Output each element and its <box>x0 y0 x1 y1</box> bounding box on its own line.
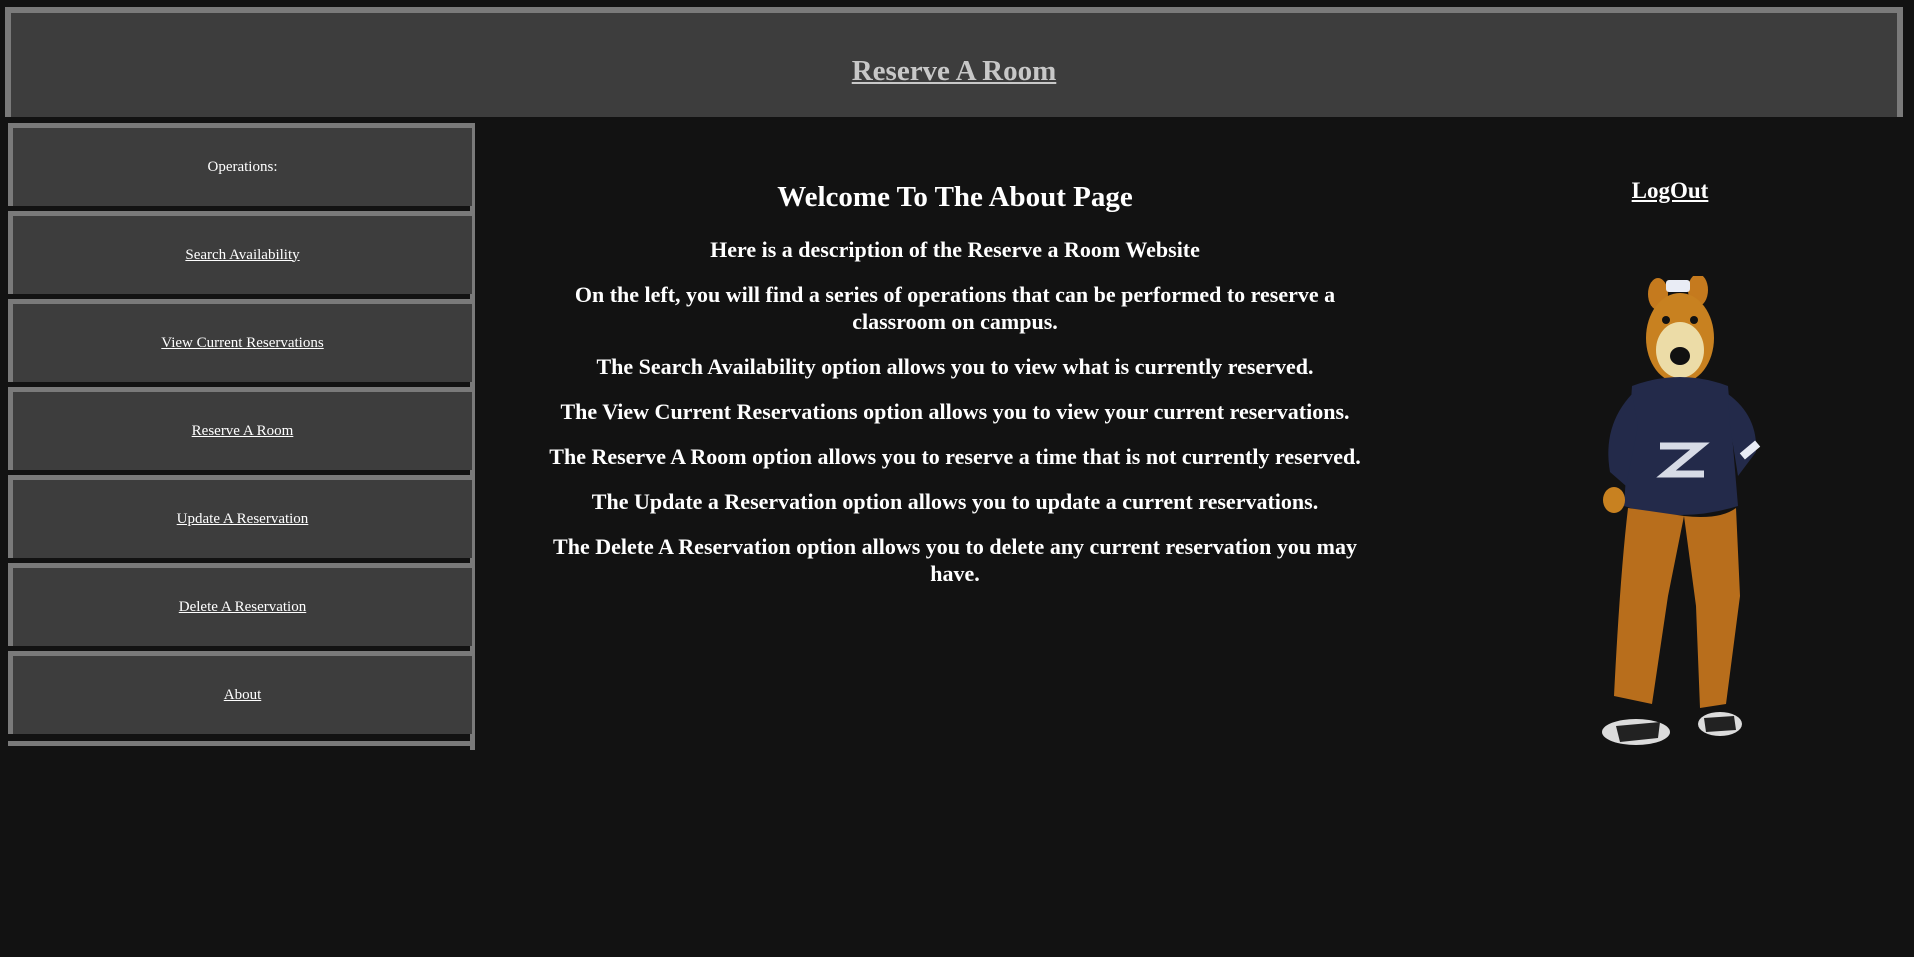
logout-link[interactable]: LogOut <box>1560 178 1780 204</box>
sidebar-item-search-availability[interactable]: Search Availability <box>8 211 472 294</box>
main-content: Welcome To The About Page Here is a desc… <box>530 175 1380 605</box>
sidebar-item-about[interactable]: About <box>8 651 472 734</box>
description-paragraph: The Update a Reservation option allows y… <box>591 489 1319 514</box>
sidebar-item-update-a-reservation[interactable]: Update A Reservation <box>8 475 472 558</box>
header-banner: Reserve A Room <box>5 7 1903 117</box>
description-paragraph: The Reserve A Room option allows you to … <box>549 444 1361 469</box>
sidebar-item-view-current-reservations[interactable]: View Current Reservations <box>8 299 472 382</box>
description-paragraph: Here is a description of the Reserve a R… <box>710 237 1200 262</box>
description-paragraph: The View Current Reservations option all… <box>560 399 1350 424</box>
description-paragraph: The Delete A Reservation option allows y… <box>553 534 1357 586</box>
page: Reserve A Room Operations: Search Availa… <box>0 0 1914 957</box>
about-link[interactable]: About <box>224 687 262 704</box>
description-paragraph: The Search Availability option allows yo… <box>596 354 1314 379</box>
mascot-image <box>1602 276 1761 745</box>
description-paragraph: On the left, you will find a series of o… <box>574 282 1336 334</box>
page-title: Welcome To The About Page <box>777 181 1133 213</box>
sidebar: Operations: Search Availability View Cur… <box>3 123 475 750</box>
delete-a-reservation-link[interactable]: Delete A Reservation <box>179 599 306 616</box>
site-title-link[interactable]: Reserve A Room <box>11 55 1897 88</box>
sidebar-item-reserve-a-room[interactable]: Reserve A Room <box>8 387 472 470</box>
view-current-reservations-link[interactable]: View Current Reservations <box>161 335 323 352</box>
sidebar-item-delete-a-reservation[interactable]: Delete A Reservation <box>8 563 472 646</box>
sidebar-heading: Operations: <box>8 123 472 206</box>
update-a-reservation-link[interactable]: Update A Reservation <box>177 511 309 528</box>
reserve-a-room-link[interactable]: Reserve A Room <box>192 423 294 440</box>
sidebar-bottom-border <box>8 741 472 746</box>
search-availability-link[interactable]: Search Availability <box>185 247 299 264</box>
sidebar-heading-label: Operations: <box>207 158 278 175</box>
